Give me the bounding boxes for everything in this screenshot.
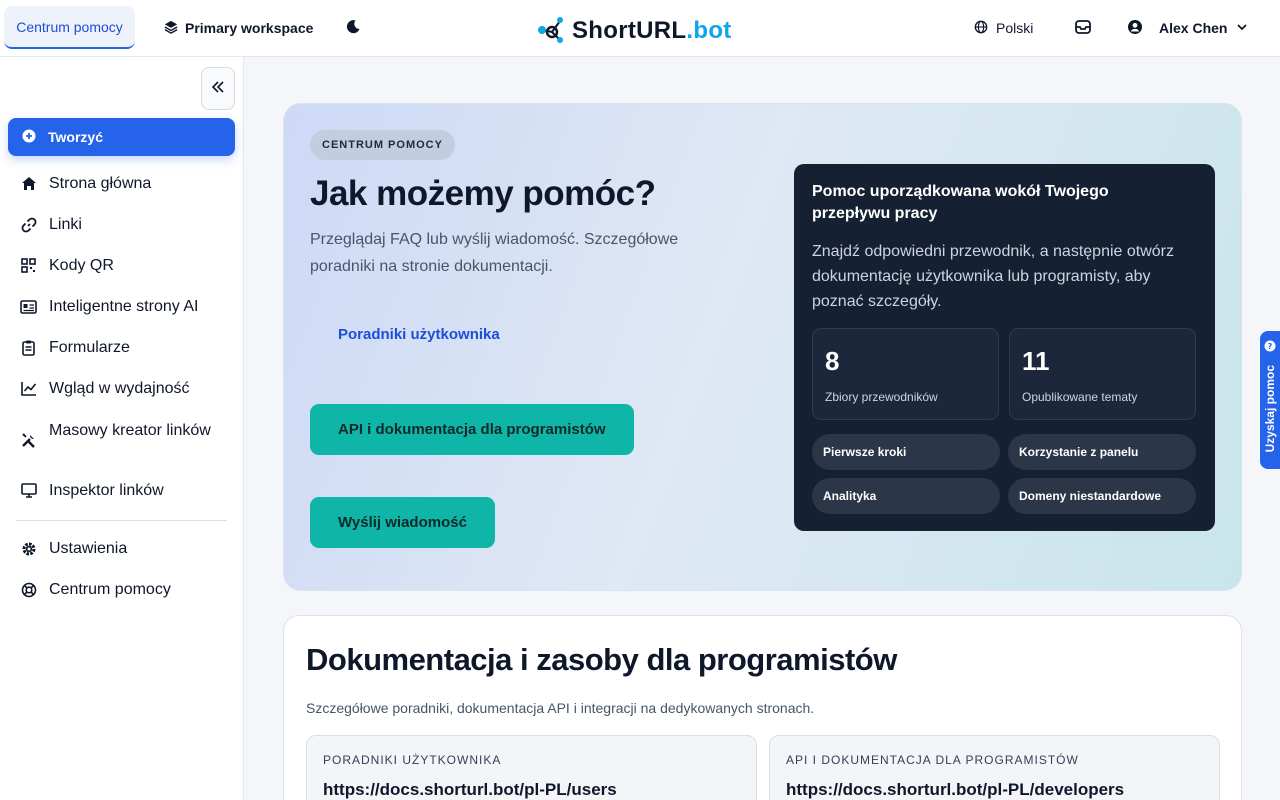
user-avatar-icon — [1127, 19, 1143, 38]
stat-published-topics: 11 Opublikowane tematy — [1009, 328, 1196, 420]
gear-icon — [20, 539, 37, 558]
user-guides-link[interactable]: Poradniki użytkownika — [338, 326, 500, 343]
create-button[interactable]: Tworzyć — [8, 118, 235, 156]
help-hero: CENTRUM POMOCY Jak możemy pomóc? Przeglą… — [283, 103, 1242, 591]
sidebar-item-label: Wgląd w wydajność — [49, 380, 190, 397]
get-help-side-tab[interactable]: ? Uzyskaj pomoc — [1260, 331, 1280, 469]
chevron-down-icon — [1235, 20, 1249, 37]
monitor-icon — [20, 481, 37, 500]
sidebar-item-qr-codes[interactable]: Kody QR — [20, 256, 230, 275]
card-text: Znajdź odpowiedni przewodnik, a następni… — [812, 243, 1174, 310]
link-icon — [20, 215, 37, 234]
home-icon — [20, 174, 37, 193]
user-guides-card[interactable]: PORADNIKI UŻYTKOWNIKA https://docs.short… — [306, 735, 757, 800]
qr-icon — [20, 256, 37, 275]
create-button-label: Tworzyć — [48, 129, 103, 145]
plus-circle-icon — [22, 129, 36, 146]
developer-docs-card[interactable]: API I DOKUMENTACJA DLA PROGRAMISTÓW http… — [769, 735, 1220, 800]
svg-text:?: ? — [1268, 342, 1273, 351]
share-nodes-icon — [536, 14, 566, 49]
sidebar-item-home[interactable]: Strona główna — [20, 174, 230, 193]
card-title: Pomoc uporządkowana wokół Twojego przepł… — [812, 183, 1109, 222]
card-kicker: API I DOKUMENTACJA DLA PROGRAMISTÓW — [786, 753, 1079, 767]
sidebar-item-performance[interactable]: Wgląd w wydajność — [20, 379, 230, 398]
page-title: Jak możemy pomóc? — [310, 174, 656, 213]
sidebar-item-label: Kody QR — [49, 257, 114, 274]
sidebar-item-label: Formularze — [49, 339, 130, 356]
topic-chip-custom-domains[interactable]: Domeny niestandardowe — [1008, 478, 1196, 514]
card-url[interactable]: https://docs.shorturl.bot/pl-PL/users — [323, 780, 617, 800]
stat-value: 11 — [1022, 346, 1050, 376]
help-circle-icon: ? — [1264, 339, 1276, 357]
sidebar-item-links[interactable]: Linki — [20, 215, 230, 234]
workspace-name: Primary workspace — [185, 20, 314, 36]
brand-logo[interactable]: ShortURL.bot — [536, 14, 732, 48]
card-kicker: PORADNIKI UŻYTKOWNIKA — [323, 753, 502, 767]
sidebar-item-help-center[interactable]: Centrum pomocy — [20, 580, 230, 599]
hero-subtitle: Przeglądaj FAQ lub wyślij wiadomość. Szc… — [310, 231, 679, 275]
send-message-button[interactable]: Wyślij wiadomość — [310, 497, 495, 548]
layers-icon — [164, 20, 178, 37]
help-center-tab-label: Centrum pomocy — [16, 18, 123, 35]
topic-chip-analytics[interactable]: Analityka — [812, 478, 1000, 514]
brand-name: ShortURL.bot — [572, 17, 732, 44]
theme-toggle-moon-icon[interactable] — [343, 17, 363, 37]
user-menu[interactable]: Alex Chen — [1127, 17, 1249, 39]
tools-icon — [20, 430, 37, 449]
stat-guide-collections: 8 Zbiory przewodników — [812, 328, 999, 420]
sidebar-divider — [16, 520, 227, 521]
sidebar-item-label: Centrum pomocy — [49, 581, 171, 598]
stat-value: 8 — [825, 346, 840, 376]
docs-section: Dokumentacja i zasoby dla programistów S… — [283, 615, 1242, 800]
sidebar-item-label: Inteligentne strony AI — [49, 298, 199, 315]
collapse-sidebar-button[interactable] — [201, 67, 235, 110]
sidebar-item-settings[interactable]: Ustawienia — [20, 539, 230, 558]
top-bar: Centrum pomocy Primary workspace ShortUR… — [0, 0, 1280, 57]
language-selector[interactable]: Polski — [974, 17, 1033, 39]
sidebar-item-label: Masowy kreator linków — [49, 422, 211, 439]
sidebar-item-label: Ustawienia — [49, 540, 128, 557]
inbox-icon[interactable] — [1073, 17, 1093, 37]
sidebar-item-label: Strona główna — [49, 175, 152, 192]
id-card-icon — [20, 297, 37, 316]
clipboard-icon — [20, 338, 37, 357]
sidebar-item-bulk-link-builder[interactable]: Masowy kreator linków — [20, 421, 230, 449]
sidebar: Tworzyć Strona główna Linki Kody QR Inte… — [0, 57, 244, 800]
sidebar-item-label: Inspektor linków — [49, 482, 164, 499]
globe-icon — [974, 20, 988, 37]
lifebuoy-icon — [20, 580, 37, 599]
language-label: Polski — [996, 20, 1034, 36]
topic-chip-dashboard[interactable]: Korzystanie z panelu — [1008, 434, 1196, 470]
workspace-switcher[interactable]: Primary workspace — [164, 17, 313, 39]
api-docs-button[interactable]: API i dokumentacja dla programistów — [310, 404, 634, 455]
section-title: Dokumentacja i zasoby dla programistów — [306, 642, 897, 677]
side-tab-label: Uzyskaj pomoc — [1263, 365, 1277, 453]
card-url[interactable]: https://docs.shorturl.bot/pl-PL/develope… — [786, 780, 1124, 800]
sidebar-item-label: Linki — [49, 216, 82, 233]
section-badge: CENTRUM POMOCY — [310, 130, 455, 160]
workflow-help-card: Pomoc uporządkowana wokół Twojego przepł… — [794, 164, 1215, 531]
topic-chip-getting-started[interactable]: Pierwsze kroki — [812, 434, 1000, 470]
stat-label: Opublikowane tematy — [1022, 390, 1138, 404]
chart-icon — [20, 379, 37, 398]
user-name: Alex Chen — [1159, 20, 1228, 36]
section-subtitle: Szczegółowe poradniki, dokumentacja API … — [306, 700, 815, 716]
help-center-tab[interactable]: Centrum pomocy — [4, 6, 135, 49]
sidebar-item-forms[interactable]: Formularze — [20, 338, 230, 357]
sidebar-item-ai-pages[interactable]: Inteligentne strony AI — [20, 297, 230, 316]
double-chevron-left-icon — [211, 80, 225, 98]
stat-label: Zbiory przewodników — [825, 390, 938, 404]
sidebar-item-link-inspector[interactable]: Inspektor linków — [20, 481, 230, 500]
